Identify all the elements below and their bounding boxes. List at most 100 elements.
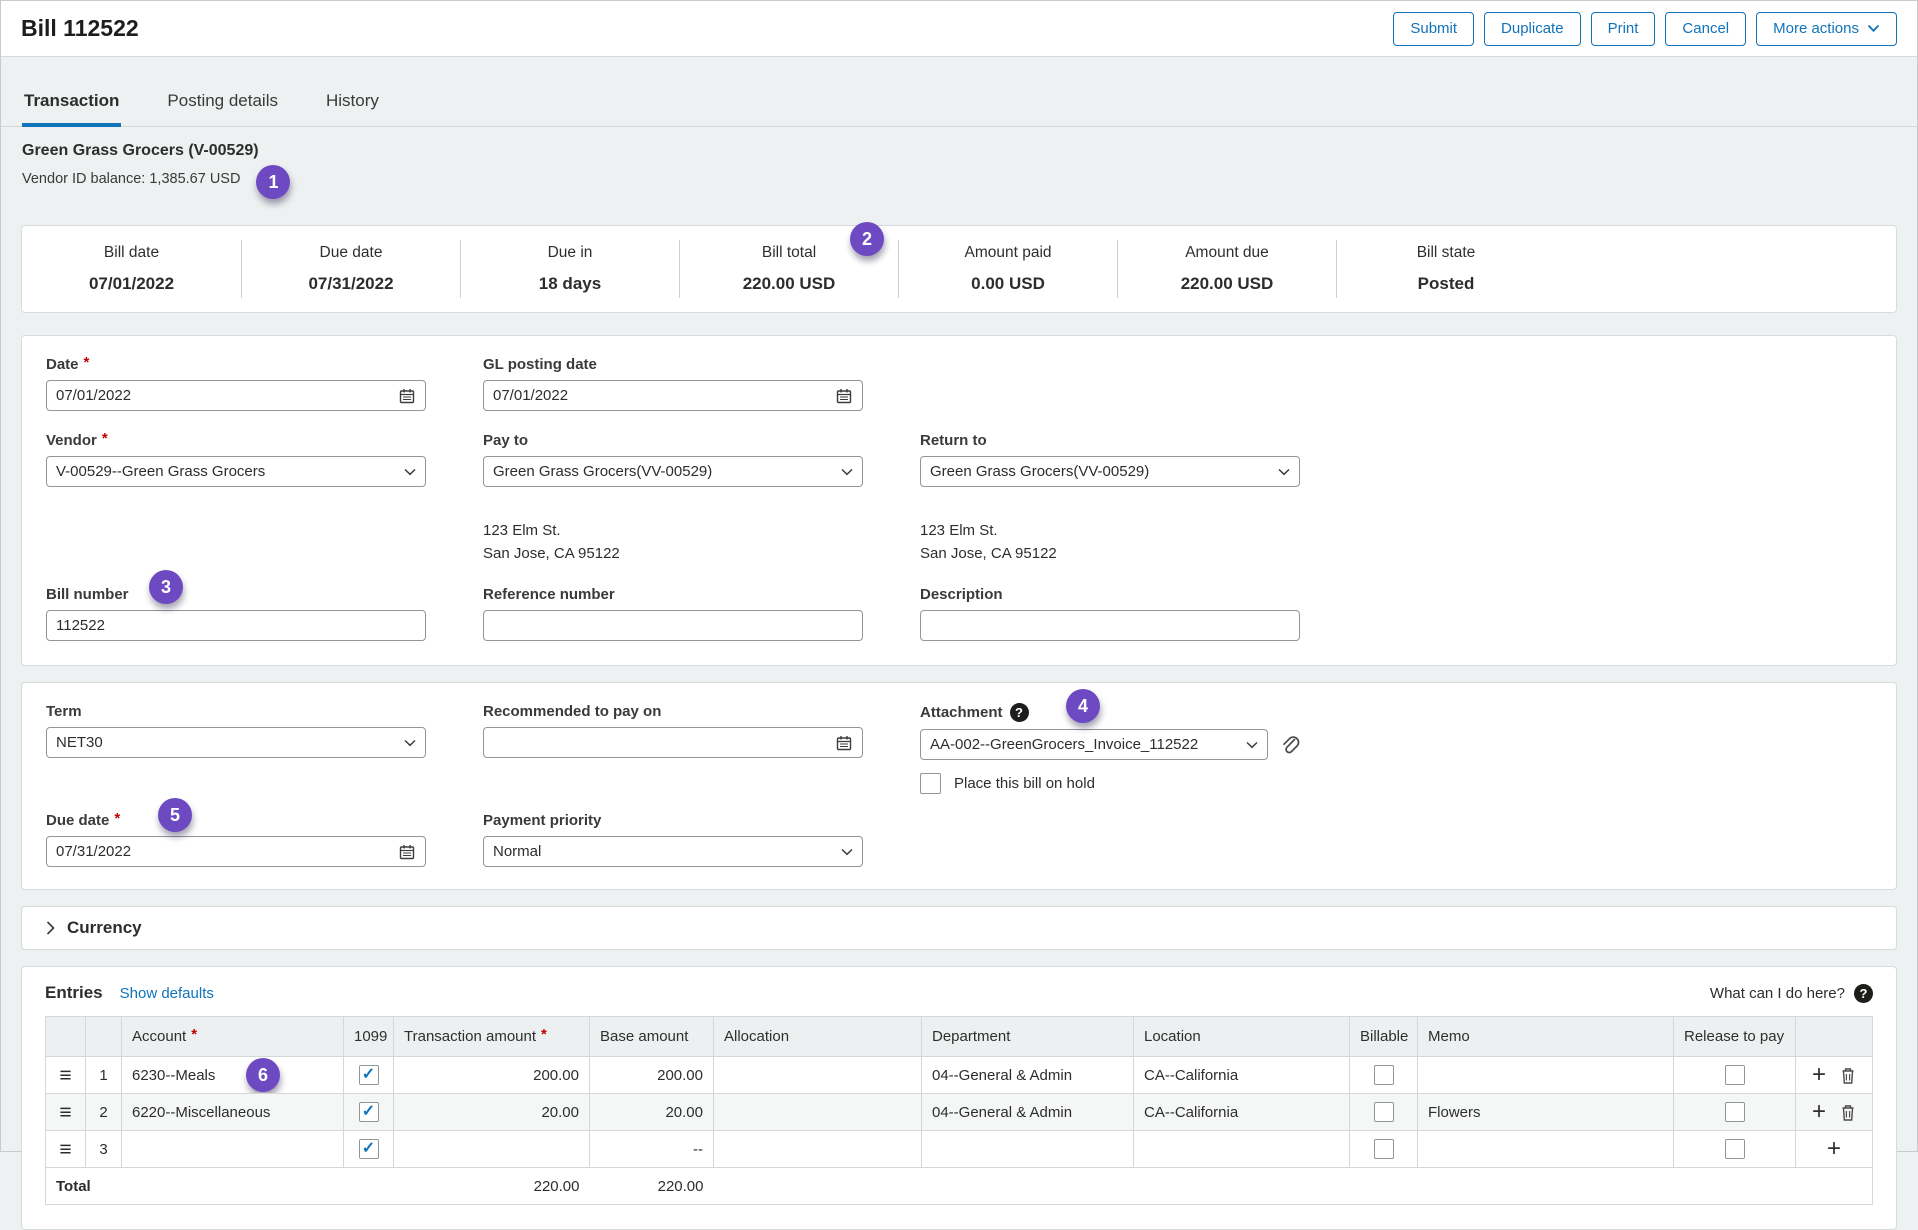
gl-posting-date-input[interactable] (493, 387, 827, 404)
release-to-pay-checkbox[interactable] (1725, 1139, 1745, 1159)
pay-to-select[interactable]: Green Grass Grocers(VV-00529) (483, 456, 863, 487)
location-column-header: Location (1134, 1017, 1350, 1057)
chevron-down-icon (404, 739, 416, 747)
vendor-name: Green Grass Grocers (V-00529) (22, 142, 1896, 160)
attachment-select[interactable]: AA-002--GreenGrocers_Invoice_112522 (920, 729, 1268, 760)
release-to-pay-checkbox[interactable] (1725, 1065, 1745, 1085)
memo-cell[interactable] (1418, 1057, 1674, 1094)
trash-icon[interactable] (1840, 1066, 1856, 1085)
summary-value: 07/01/2022 (22, 274, 241, 294)
payment-details-form: Term NET30 Recommended to pay on 4 Attac… (21, 682, 1897, 890)
memo-cell[interactable] (1418, 1131, 1674, 1168)
billable-checkbox[interactable] (1374, 1139, 1394, 1159)
term-label: Term (46, 703, 82, 720)
summary-value: 220.00 USD (680, 274, 898, 294)
account-column-header: Account (122, 1017, 344, 1057)
cancel-button[interactable]: Cancel (1665, 12, 1746, 46)
show-defaults-link[interactable]: Show defaults (120, 985, 214, 1002)
location-cell[interactable]: CA--California (1134, 1094, 1350, 1131)
add-row-icon[interactable]: + (1812, 1100, 1826, 1124)
due-date-input[interactable] (56, 843, 390, 860)
allocation-cell[interactable] (714, 1094, 922, 1131)
bill-number-input[interactable] (56, 617, 416, 634)
department-cell[interactable]: 04--General & Admin (922, 1057, 1134, 1094)
account-cell[interactable]: 6230--Meals 6 (122, 1057, 344, 1094)
billable-checkbox[interactable] (1374, 1065, 1394, 1085)
drag-column-header (46, 1017, 86, 1057)
add-row-icon[interactable]: + (1812, 1063, 1826, 1087)
tab-transaction[interactable]: Transaction (22, 91, 121, 127)
calendar-icon[interactable] (398, 387, 416, 405)
return-to-field: Return to Green Grass Grocers(VV-00529) … (920, 432, 1300, 565)
tab-history[interactable]: History (324, 91, 381, 127)
currency-section-label: Currency (67, 918, 142, 938)
1099-checkbox[interactable] (359, 1102, 379, 1122)
top-bar: Bill 112522 Submit Duplicate Print Cance… (1, 1, 1917, 57)
chevron-down-icon (404, 468, 416, 476)
transaction-amount-cell[interactable]: 200.00 (394, 1057, 590, 1094)
allocation-cell[interactable] (714, 1057, 922, 1094)
location-cell[interactable]: CA--California (1134, 1057, 1350, 1094)
release-to-pay-checkbox[interactable] (1725, 1102, 1745, 1122)
help-icon[interactable] (1010, 703, 1029, 722)
transaction-amount-cell[interactable] (394, 1131, 590, 1168)
release-to-pay-column-header: Release to pay (1674, 1017, 1796, 1057)
pay-to-address-line1: 123 Elm St. (483, 519, 863, 542)
date-input[interactable] (56, 387, 390, 404)
chevron-down-icon (1278, 468, 1290, 476)
memo-cell[interactable]: Flowers (1418, 1094, 1674, 1131)
account-cell[interactable] (122, 1131, 344, 1168)
drag-handle[interactable] (46, 1094, 86, 1131)
calendar-icon[interactable] (835, 387, 853, 405)
drag-handle[interactable] (46, 1057, 86, 1094)
entries-table: Account 1099 Transaction amount Base amo… (45, 1016, 1873, 1205)
account-cell[interactable]: 6220--Miscellaneous (122, 1094, 344, 1131)
trash-icon[interactable] (1840, 1103, 1856, 1122)
duplicate-button[interactable]: Duplicate (1484, 12, 1581, 46)
paperclip-icon[interactable] (1280, 734, 1300, 756)
chevron-down-icon (841, 468, 853, 476)
return-to-address-line1: 123 Elm St. (920, 519, 1300, 542)
callout-3-badge: 3 (149, 570, 183, 604)
currency-section[interactable]: Currency (21, 906, 1897, 950)
submit-button[interactable]: Submit (1393, 12, 1474, 46)
calendar-icon[interactable] (835, 734, 853, 752)
vendor-field: Vendor V-00529--Green Grass Grocers (46, 432, 426, 565)
location-cell[interactable] (1134, 1131, 1350, 1168)
reference-number-input[interactable] (493, 617, 853, 634)
transaction-amount-cell[interactable]: 20.00 (394, 1094, 590, 1131)
hold-checkbox[interactable] (920, 773, 941, 794)
recommended-to-pay-on-input[interactable] (493, 734, 827, 751)
summary-label: Amount paid (899, 244, 1117, 262)
1099-checkbox[interactable] (359, 1065, 379, 1085)
chevron-down-icon (841, 848, 853, 856)
billable-checkbox[interactable] (1374, 1102, 1394, 1122)
add-row-icon[interactable]: + (1827, 1137, 1841, 1161)
allocation-cell[interactable] (714, 1131, 922, 1168)
tab-posting-details[interactable]: Posting details (165, 91, 280, 127)
help-icon[interactable] (1854, 984, 1873, 1003)
return-to-select[interactable]: Green Grass Grocers(VV-00529) (920, 456, 1300, 487)
1099-checkbox[interactable] (359, 1139, 379, 1159)
date-label: Date (46, 356, 89, 373)
vendor-select[interactable]: V-00529--Green Grass Grocers (46, 456, 426, 487)
top-actions: Submit Duplicate Print Cancel More actio… (1393, 12, 1897, 46)
drag-handle[interactable] (46, 1131, 86, 1168)
calendar-icon[interactable] (398, 843, 416, 861)
memo-column-header: Memo (1418, 1017, 1674, 1057)
term-select-value: NET30 (56, 734, 396, 751)
term-select[interactable]: NET30 (46, 727, 426, 758)
more-actions-button[interactable]: More actions (1756, 12, 1897, 46)
entries-total-row: Total 220.00 220.00 (46, 1168, 1873, 1205)
entries-header-row: Account 1099 Transaction amount Base amo… (46, 1017, 1873, 1057)
department-cell[interactable]: 04--General & Admin (922, 1094, 1134, 1131)
summary-amount-paid: Amount paid 0.00 USD (898, 240, 1117, 298)
payment-priority-select[interactable]: Normal (483, 836, 863, 867)
what-can-i-do-here-link[interactable]: What can I do here? (1710, 985, 1845, 1002)
entry-row-3: 3 -- + (46, 1131, 1873, 1168)
print-button[interactable]: Print (1591, 12, 1656, 46)
pay-to-select-value: Green Grass Grocers(VV-00529) (493, 463, 833, 480)
description-input[interactable] (930, 617, 1290, 634)
transaction-amount-column-label: Transaction amount (404, 1028, 547, 1045)
department-cell[interactable] (922, 1131, 1134, 1168)
